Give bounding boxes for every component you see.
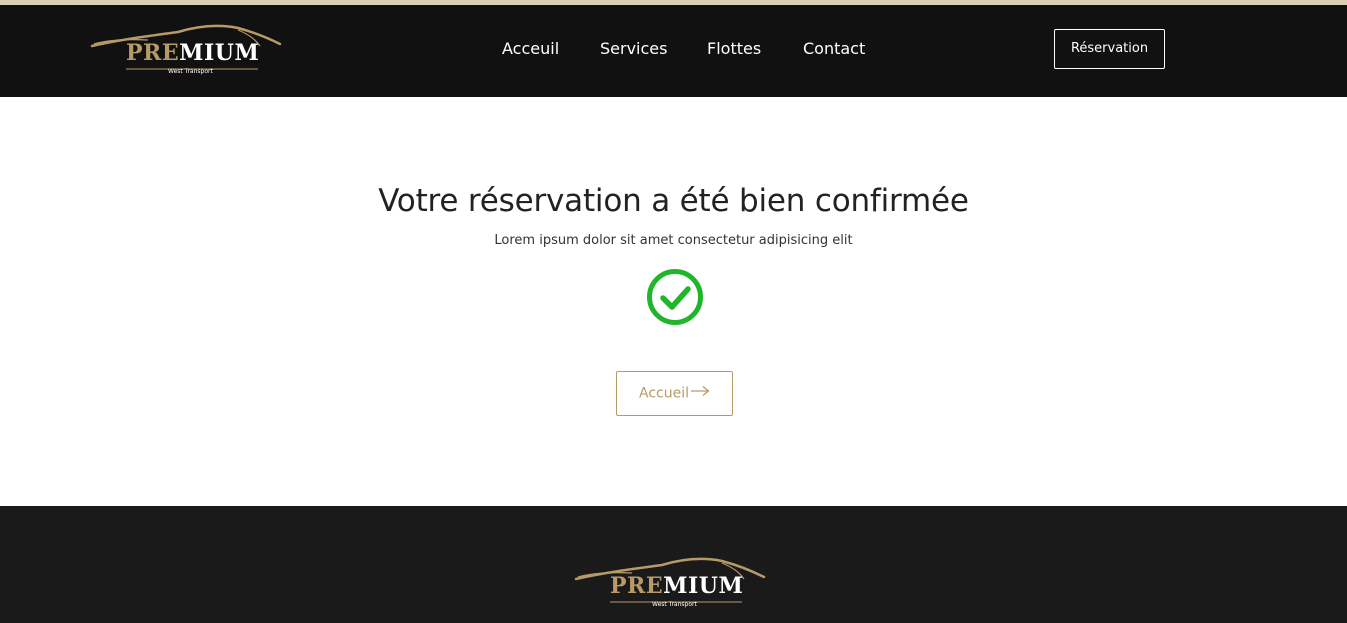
header-logo[interactable]: PREMIUM West Transport (88, 20, 284, 80)
logo-word-gold: PRE (126, 40, 180, 66)
logo-word-white: MIUM (179, 40, 260, 66)
logo-word-white: MIUM (663, 573, 744, 599)
logo-wordmark: PREMIUM (126, 40, 259, 66)
reservation-button[interactable]: Réservation (1054, 29, 1165, 69)
nav-item-services[interactable]: Services (600, 38, 667, 60)
check-circle-icon (645, 267, 705, 327)
page-title: Votre réservation a été bien confirmée (378, 183, 969, 219)
home-button[interactable]: Accueil (616, 371, 733, 416)
page-subtitle: Lorem ipsum dolor sit amet consectetur a… (494, 233, 853, 248)
arrow-right-icon (690, 372, 710, 415)
logo-subtitle: West Transport (652, 601, 697, 608)
home-button-label: Accueil (639, 385, 689, 402)
footer-logo[interactable]: PREMIUM West Transport (572, 553, 768, 613)
logo-subtitle: West Transport (168, 68, 213, 75)
nav-item-acceuil[interactable]: Acceuil (502, 38, 559, 60)
logo-word-gold: PRE (610, 573, 664, 599)
logo-wordmark: PREMIUM (610, 573, 743, 599)
nav-item-contact[interactable]: Contact (803, 38, 865, 60)
nav-item-flottes[interactable]: Flottes (707, 38, 761, 60)
